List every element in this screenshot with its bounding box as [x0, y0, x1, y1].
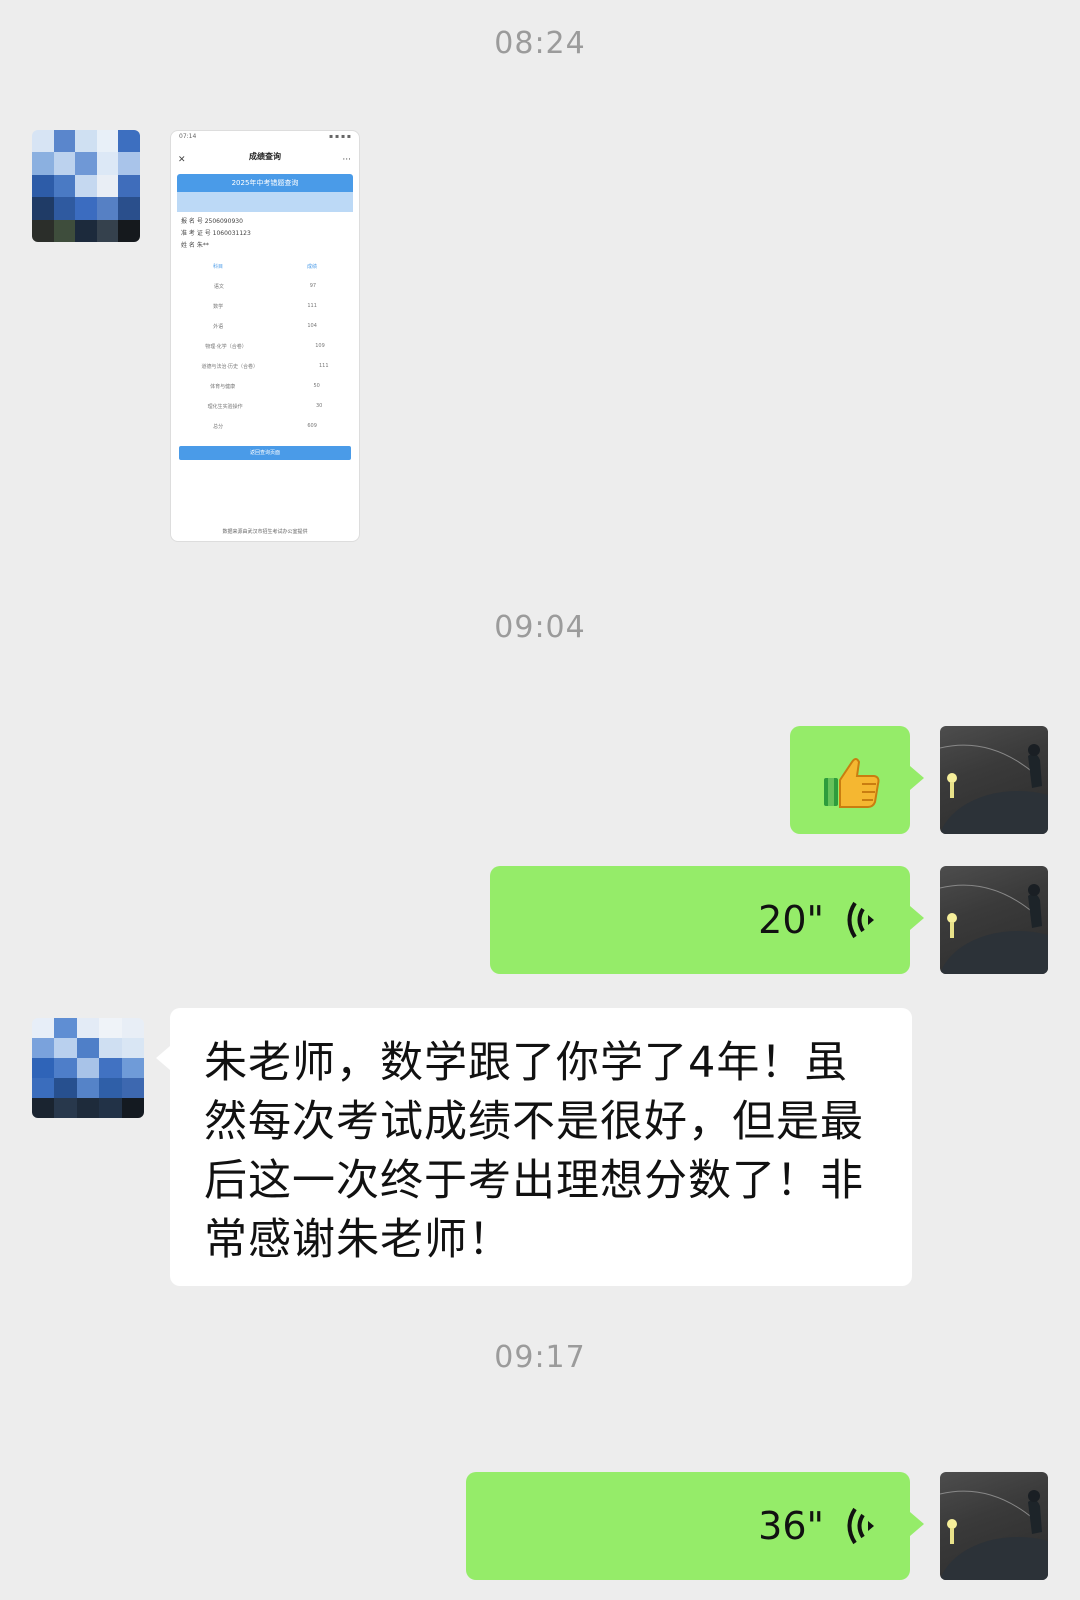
text-message[interactable]: 朱老师，数学跟了你学了4年！虽然每次考试成绩不是很好，但是最后这一次终于考出理想…: [156, 1008, 912, 1286]
thumbnail-button: 返回查询页面: [179, 446, 351, 460]
thumbnail-info: 姓 名 朱**: [181, 242, 209, 249]
self-avatar[interactable]: [940, 1472, 1048, 1580]
table-row: 道德与法治·历史（合卷） 111: [201, 363, 329, 370]
thumbnail-info: 报 名 号 2506090930: [181, 218, 243, 225]
contact-avatar[interactable]: [32, 130, 140, 242]
voice-duration: 20": [758, 898, 824, 942]
table-row: 外语 104: [213, 323, 317, 330]
self-avatar[interactable]: [940, 866, 1048, 974]
table-row: 总分 609: [213, 423, 317, 430]
thumbnail-banner: 2025年中考错题查询: [177, 174, 353, 192]
table-row: 物理·化学（合卷） 109: [205, 343, 325, 350]
thumbnail-table-head: 科目 成绩: [212, 263, 317, 270]
more-icon: ···: [342, 155, 351, 165]
contact-avatar[interactable]: [32, 1018, 144, 1118]
message-text: 朱老师，数学跟了你学了4年！虽然每次考试成绩不是很好，但是最后这一次终于考出理想…: [204, 1038, 864, 1265]
emoji-message[interactable]: [790, 726, 924, 834]
table-row: 体育与健康 50: [210, 383, 320, 390]
table-row: 语文 97: [213, 283, 317, 290]
voice-duration: 36": [758, 1504, 824, 1548]
timestamp: 09:17: [494, 1340, 586, 1375]
thumbnail-note: [177, 192, 353, 212]
thumbs-up-icon: [824, 758, 880, 808]
voice-message[interactable]: 36": [466, 1472, 924, 1580]
fishing-figure-icon: [940, 744, 1048, 834]
thumbnail-info: 准 考 证 号 1060031123: [181, 230, 251, 237]
voice-message[interactable]: 20": [490, 866, 924, 974]
thumbnail-status-bar: 07:14 ▪ ▪ ▪ ▪: [179, 133, 351, 140]
timestamp: 09:04: [494, 610, 586, 645]
image-message-screenshot[interactable]: 07:14 ▪ ▪ ▪ ▪ ✕ 成绩查询 ··· 2025年中考错题查询 报 名 …: [170, 130, 360, 542]
thumbnail-footer: 数据来源由武汉市招生考试办公室提供: [222, 529, 308, 535]
self-avatar[interactable]: [940, 726, 1048, 834]
table-row: 数学 111: [213, 303, 317, 310]
fishing-figure-icon: [940, 884, 1048, 974]
close-icon: ✕: [178, 155, 186, 165]
voice-wave-icon: [847, 1507, 874, 1545]
fishing-figure-icon: [940, 1490, 1048, 1580]
thumbnail-title: 成绩查询: [249, 152, 281, 161]
voice-wave-icon: [847, 901, 874, 939]
timestamp: 08:24: [494, 26, 586, 61]
table-row: 理化生实验操作 30: [207, 403, 323, 410]
